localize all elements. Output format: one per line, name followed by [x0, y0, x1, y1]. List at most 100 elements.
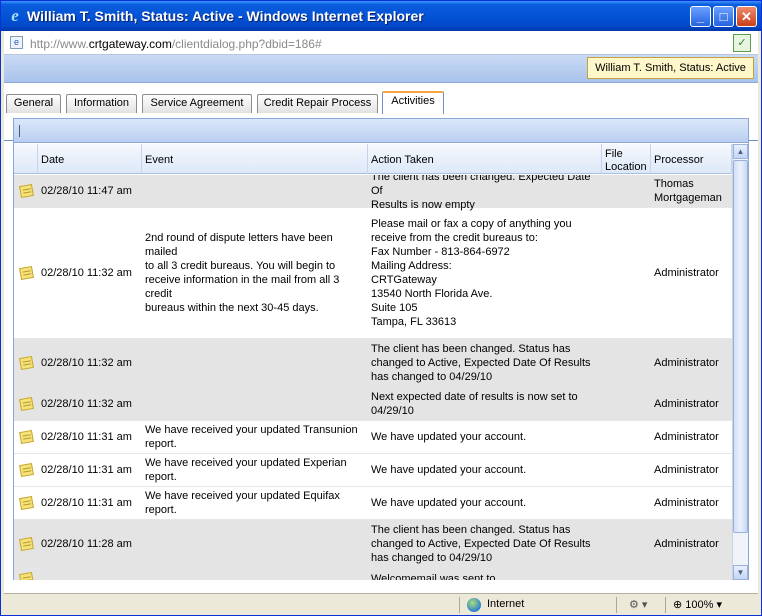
cell-date: 02/28/10 11:32 am: [41, 267, 132, 279]
header-file-location[interactable]: File Location: [602, 144, 651, 174]
cell-action-taken: We have updated your account.: [371, 497, 527, 509]
header-processor[interactable]: Processor: [651, 144, 732, 174]
header-action-taken[interactable]: Action Taken: [368, 144, 602, 174]
scroll-up-arrow-icon[interactable]: ▲: [733, 144, 748, 159]
cell-file-location: [602, 339, 651, 387]
table-row[interactable]: 02/28/10 11:28 am The client has been cha…: [14, 520, 732, 569]
tab-information[interactable]: Information: [66, 94, 137, 113]
note-icon-cell: [14, 339, 38, 387]
security-zone: Internet: [487, 598, 525, 610]
note-icon-cell: [14, 175, 38, 207]
note-icon[interactable]: [18, 462, 34, 478]
grid-header: Date Event Action Taken File Location Pr…: [14, 144, 732, 174]
note-icon[interactable]: [18, 355, 34, 371]
cell-processor: Thomas Mortgageman: [654, 178, 722, 204]
cell-date: 02/28/10 11:32 am: [41, 398, 132, 410]
note-icon[interactable]: [18, 429, 34, 445]
address-url[interactable]: http://www.crtgateway.com/clientdialog.p…: [30, 37, 322, 51]
protected-mode-icon[interactable]: ⚙ ▾: [629, 598, 647, 611]
cell-processor: Administrator: [654, 464, 719, 476]
cell-file-location: [602, 175, 651, 207]
vertical-scrollbar[interactable]: ▲ ▼: [732, 144, 748, 580]
scroll-down-arrow-icon[interactable]: ▼: [733, 565, 748, 580]
tab-activities[interactable]: Activities: [382, 91, 444, 114]
header-event[interactable]: Event: [142, 144, 368, 174]
cell-event: [142, 520, 368, 568]
cell-event: 2nd round of dispute letters have been m…: [145, 232, 340, 314]
table-row[interactable]: 02/28/10 11:31 am We have received your u…: [14, 487, 732, 520]
note-icon[interactable]: [18, 183, 34, 199]
header-icon-column: [14, 144, 38, 174]
note-icon[interactable]: [18, 571, 34, 580]
url-prefix: http://www.: [30, 37, 89, 51]
url-path: /clientdialog.php?dbid=186#: [171, 37, 322, 51]
table-row[interactable]: 02/28/10 11:32 am 2nd round of dispute le…: [14, 208, 732, 339]
scroll-thumb[interactable]: [733, 160, 748, 533]
cell-date: [38, 569, 142, 580]
client-header-strip: William T. Smith, Status: Active: [4, 55, 758, 83]
cell-action-taken: We have updated your account.: [371, 464, 527, 476]
grid-toolbar: [14, 119, 748, 143]
cell-processor: [651, 569, 732, 580]
zoom-icon: ⊕: [673, 599, 686, 611]
cell-event: We have received your updated Transunion…: [145, 424, 358, 450]
table-row[interactable]: Welcomemail was sent to: [14, 569, 732, 580]
note-icon[interactable]: [18, 536, 34, 552]
cell-date: 02/28/10 11:31 am: [41, 464, 132, 476]
cell-event: We have received your updated Equifax re…: [145, 490, 340, 516]
cell-processor: Administrator: [654, 398, 719, 410]
cell-event: [142, 339, 368, 387]
cell-file-location: [602, 388, 651, 420]
note-icon[interactable]: [18, 396, 34, 412]
table-row[interactable]: 02/28/10 11:32 am The client has been cha…: [14, 339, 732, 388]
table-row[interactable]: 02/28/10 11:31 am We have received your u…: [14, 454, 732, 487]
note-icon-cell: [14, 208, 38, 338]
tab-bar: General Information Service Agreement Cr…: [4, 83, 758, 141]
cell-file-location: [602, 454, 651, 486]
cell-file-location: [602, 487, 651, 519]
window-title: William T. Smith, Status: Active - Windo…: [27, 8, 424, 24]
cell-event: We have received your updated Experian r…: [145, 457, 347, 483]
note-icon-cell: [14, 454, 38, 486]
cell-date: 02/28/10 11:31 am: [41, 431, 132, 443]
close-button[interactable]: ✕: [736, 6, 757, 27]
cell-file-location: [602, 208, 651, 338]
page-status-icon[interactable]: ✓: [733, 34, 751, 52]
internet-explorer-icon: e: [11, 6, 19, 25]
cell-action-taken: Next expected date of results is now set…: [371, 391, 578, 417]
table-row[interactable]: 02/28/10 11:32 am Next expected date of r…: [14, 388, 732, 421]
zoom-level[interactable]: ⊕ 100% ▾: [673, 598, 722, 611]
cell-date: 02/28/10 11:28 am: [41, 538, 132, 550]
cell-file-location: [602, 569, 651, 580]
tab-general[interactable]: General: [6, 94, 61, 113]
cell-event: [142, 175, 368, 207]
minimize-button[interactable]: _: [690, 6, 711, 27]
activities-rows: 02/28/10 11:47 am The client has been cha…: [14, 175, 732, 580]
cell-processor: Administrator: [654, 431, 719, 443]
cell-file-location: [602, 421, 651, 453]
note-icon-cell: [14, 421, 38, 453]
cell-date: 02/28/10 11:47 am: [41, 185, 132, 197]
address-bar[interactable]: e http://www.crtgateway.com/clientdialog…: [4, 31, 758, 55]
maximize-button[interactable]: □: [713, 6, 734, 27]
toolbar-separator: [19, 125, 20, 137]
zoom-value: 100%: [685, 599, 714, 611]
note-icon[interactable]: [18, 265, 34, 281]
cell-action-taken: Please mail or fax a copy of anything yo…: [371, 218, 572, 328]
table-row[interactable]: 02/28/10 11:47 am The client has been cha…: [14, 175, 732, 211]
status-separator: [616, 597, 617, 613]
cell-action-taken: The client has been changed. Expected Da…: [371, 175, 591, 211]
url-domain: crtgateway.com: [88, 37, 172, 51]
note-icon[interactable]: [18, 495, 34, 511]
status-separator: [459, 597, 460, 613]
tab-credit-repair-process[interactable]: Credit Repair Process: [257, 94, 378, 113]
header-date[interactable]: Date: [38, 144, 142, 174]
note-icon-cell: [14, 388, 38, 420]
tab-service-agreement[interactable]: Service Agreement: [142, 94, 252, 113]
cell-date: 02/28/10 11:31 am: [41, 497, 132, 509]
cell-action-taken: We have updated your account.: [371, 431, 527, 443]
cell-action-taken: The client has been changed. Status has …: [371, 524, 591, 564]
title-bar[interactable]: e William T. Smith, Status: Active - Win…: [1, 1, 761, 31]
table-row[interactable]: 02/28/10 11:31 am We have received your u…: [14, 421, 732, 454]
cell-event: [142, 569, 368, 580]
